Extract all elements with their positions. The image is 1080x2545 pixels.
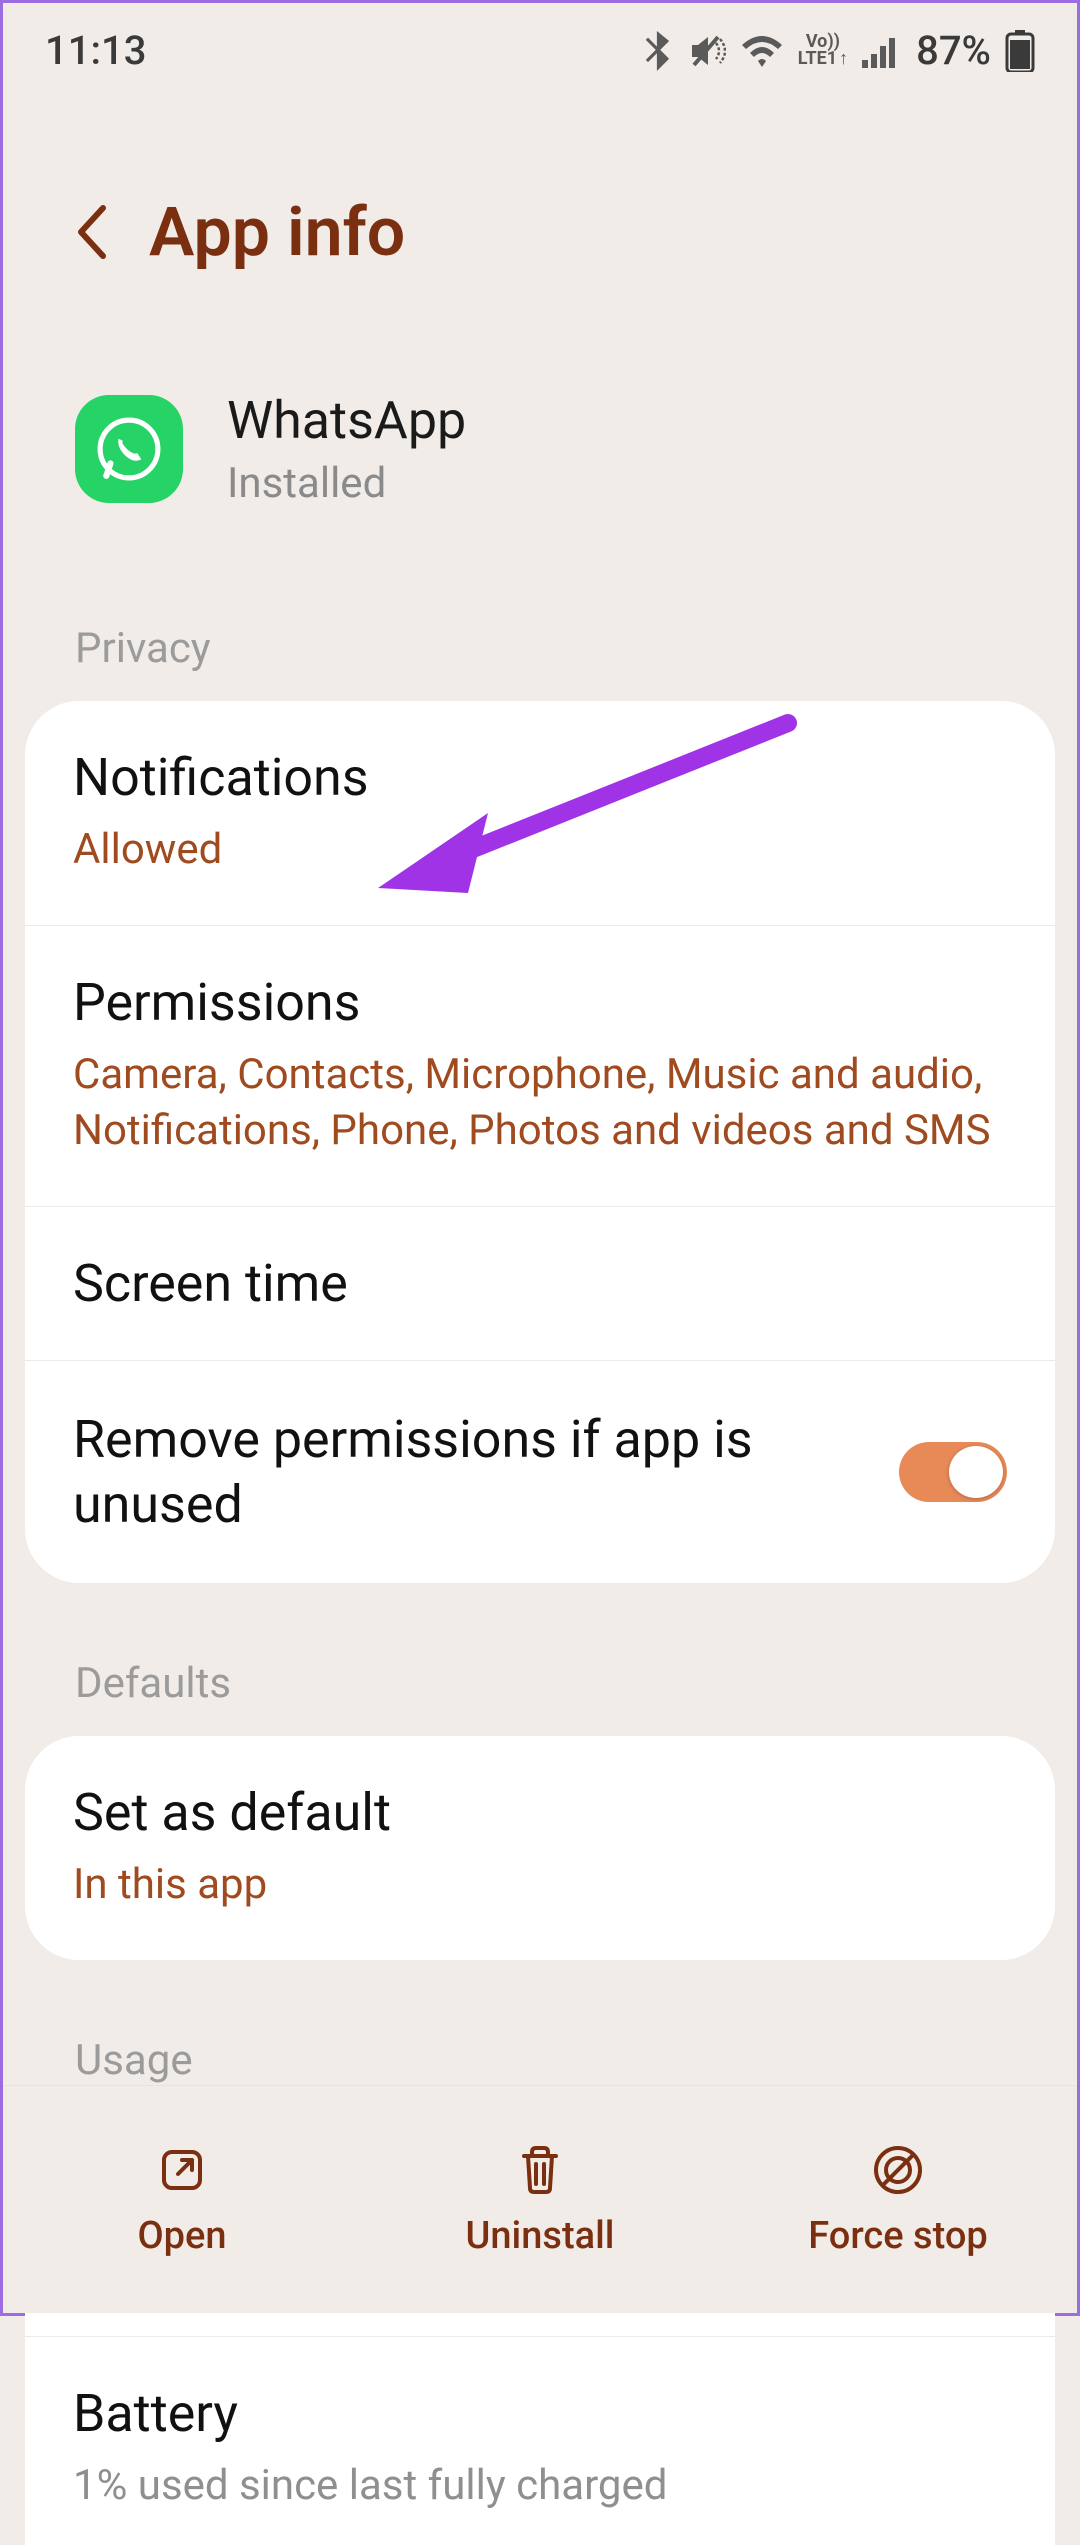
status-bar: 11:13 Vo)) LTE1↑ 87% [3,3,1077,92]
remove-permissions-row[interactable]: Remove permissions if app is unused [25,1360,1055,1583]
open-label: Open [137,2214,226,2258]
bluetooth-icon [644,31,672,71]
open-button[interactable]: Open [3,2086,361,2313]
battery-row[interactable]: Battery 1% used since last fully charged [25,2336,1055,2545]
page-title: App info [149,192,405,272]
notifications-title: Notifications [73,747,1007,808]
screen-time-title: Screen time [73,1253,1007,1314]
set-default-sub: In this app [73,1857,1007,1914]
set-default-row[interactable]: Set as default In this app [25,1736,1055,1960]
status-time: 11:13 [45,27,146,74]
uninstall-button[interactable]: Uninstall [361,2086,719,2313]
force-stop-label: Force stop [808,2214,988,2258]
whatsapp-app-icon [75,395,183,503]
screen-time-row[interactable]: Screen time [25,1206,1055,1360]
battery-icon [1005,30,1035,72]
permissions-sub: Camera, Contacts, Microphone, Music and … [73,1047,1007,1160]
notifications-row[interactable]: Notifications Allowed [25,701,1055,925]
wifi-icon [740,33,784,69]
battery-percent: 87% [916,27,991,74]
battery-sub: 1% used since last fully charged [73,2458,1007,2515]
section-privacy-label: Privacy [3,548,1077,701]
remove-permissions-title: Remove permissions if app is unused [73,1407,869,1537]
header: App info [3,92,1077,332]
back-icon[interactable] [73,204,113,260]
app-identity: WhatsApp Installed [3,332,1077,548]
mute-icon [686,31,726,71]
app-install-status: Installed [227,459,466,508]
section-defaults-label: Defaults [3,1583,1077,1736]
open-icon [154,2142,210,2198]
notifications-sub: Allowed [73,822,1007,879]
signal-icon [862,34,902,68]
uninstall-label: Uninstall [466,2214,615,2258]
force-stop-button[interactable]: Force stop [719,2086,1077,2313]
set-default-title: Set as default [73,1782,1007,1843]
bottom-action-bar: Open Uninstall Force stop [3,2085,1077,2313]
battery-title: Battery [73,2383,1007,2444]
permissions-title: Permissions [73,972,1007,1033]
permissions-row[interactable]: Permissions Camera, Contacts, Microphone… [25,925,1055,1206]
force-stop-icon [870,2142,926,2198]
network-type-icon: Vo)) LTE1↑ [798,34,848,66]
trash-icon [512,2142,568,2198]
app-name: WhatsApp [227,390,466,451]
remove-permissions-toggle[interactable] [899,1442,1007,1502]
status-right: Vo)) LTE1↑ 87% [644,27,1035,74]
privacy-card: Notifications Allowed Permissions Camera… [25,701,1055,1583]
defaults-card: Set as default In this app [25,1736,1055,1960]
